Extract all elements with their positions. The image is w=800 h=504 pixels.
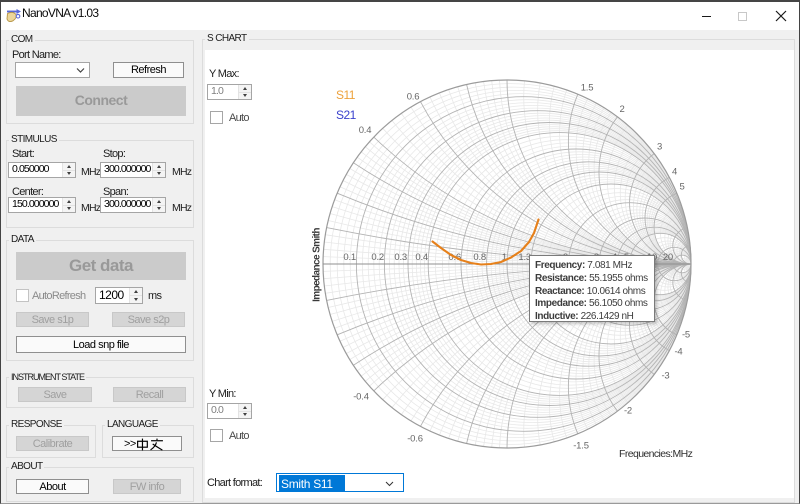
svg-text:3: 3 [657, 142, 662, 153]
svg-text:-5: -5 [682, 330, 690, 341]
svg-text:5: 5 [679, 182, 684, 193]
svg-text:-0.4: -0.4 [353, 392, 369, 403]
svg-text:-2: -2 [624, 406, 632, 417]
svg-text:-4: -4 [674, 347, 682, 358]
svg-text:-0.6: -0.6 [407, 434, 423, 445]
svg-text:0.2: 0.2 [371, 252, 384, 263]
svg-text:20: 20 [663, 252, 673, 263]
svg-text:0.4: 0.4 [415, 252, 428, 263]
svg-text:4: 4 [672, 167, 677, 178]
svg-text:-3: -3 [661, 371, 669, 382]
svg-text:2: 2 [619, 104, 624, 115]
svg-text:1.5: 1.5 [581, 83, 594, 94]
svg-text:0.4: 0.4 [359, 125, 372, 136]
svg-text:0.6: 0.6 [407, 92, 420, 103]
svg-text:-1.5: -1.5 [573, 441, 589, 452]
svg-text:0.3: 0.3 [394, 252, 407, 263]
svg-text:0.8: 0.8 [473, 252, 486, 263]
svg-text:0.1: 0.1 [343, 252, 356, 263]
